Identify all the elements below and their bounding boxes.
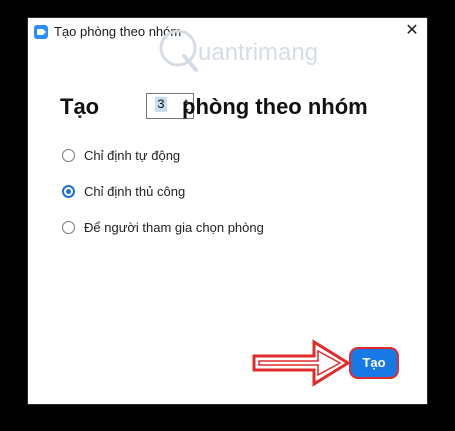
close-button[interactable]: ✕ — [403, 21, 421, 41]
create-breakout-rooms-dialog: Tạo phòng theo nhóm ✕ uantrimang Tạo 3 p… — [28, 18, 427, 404]
title-bar: Tạo phòng theo nhóm ✕ — [28, 18, 427, 46]
create-button[interactable]: Tạo — [351, 349, 397, 377]
heading-suffix: phòng theo nhóm — [182, 94, 368, 119]
option-automatic[interactable]: Chỉ định tự động — [62, 148, 362, 166]
window-title: Tạo phòng theo nhóm — [54, 24, 182, 39]
option-participant-choose-label: Để người tham gia chọn phòng — [84, 220, 264, 235]
option-manual-label: Chỉ định thủ công — [84, 184, 186, 199]
heading-prefix: Tạo — [60, 94, 100, 119]
option-participant-choose[interactable]: Để người tham gia chọn phòng — [62, 220, 362, 238]
radio-manual[interactable] — [62, 185, 75, 198]
red-arrow-icon — [252, 339, 351, 387]
rooms-heading: Tạo 3 phòng theo nhóm — [60, 93, 420, 124]
zoom-app-icon — [34, 25, 48, 39]
radio-automatic[interactable] — [62, 149, 75, 162]
radio-participant-choose[interactable] — [62, 221, 75, 234]
option-automatic-label: Chỉ định tự động — [84, 148, 181, 163]
room-count-value[interactable]: 3 — [155, 97, 167, 112]
option-manual[interactable]: Chỉ định thủ công — [62, 184, 362, 202]
